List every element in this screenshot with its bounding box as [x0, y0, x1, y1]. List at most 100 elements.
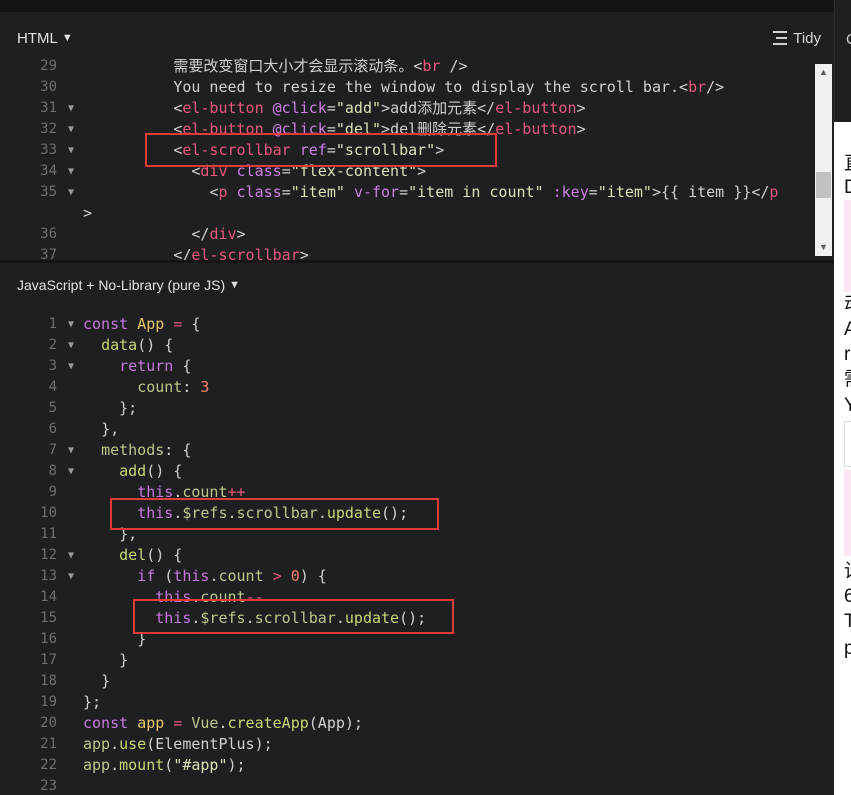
code-line[interactable]: 12 ▼ del() {	[0, 545, 815, 566]
code-line[interactable]: 23	[0, 776, 815, 795]
line-number: 20	[40, 715, 57, 731]
line-number: 21	[40, 736, 57, 752]
line-number: 2	[48, 337, 57, 353]
code-line[interactable]: 30 You need to resize the window to disp…	[0, 77, 815, 98]
code-text: }	[119, 651, 129, 669]
code-text: count: 3	[137, 378, 210, 396]
fold-arrow-icon[interactable]: ▼	[68, 140, 74, 161]
editor-area: HTML ▼ Tidy 29 需要改变窗口大小才会显示滚动条。<br /> 30 …	[0, 0, 834, 795]
js-language-selector[interactable]: JavaScript + No-Library (pure JS) ▼	[0, 277, 240, 293]
line-number: 22	[40, 757, 57, 773]
html-language-label: HTML	[17, 29, 58, 47]
result-text: 设	[844, 560, 851, 584]
code-text: <p class="item" v-for="item in count" :k…	[209, 183, 779, 201]
code-line[interactable]: 21 app.use(ElementPlus);	[0, 734, 815, 755]
code-text: if (this.count > 0) {	[137, 567, 327, 585]
code-text: >	[83, 204, 93, 222]
result-header-char: C	[846, 31, 851, 48]
code-line[interactable]: 3 ▼ return {	[0, 356, 815, 377]
line-number: 10	[40, 505, 57, 521]
line-number: 12	[40, 547, 57, 563]
html-panel-header: HTML ▼ Tidy	[0, 16, 834, 60]
add-button-preview[interactable]	[844, 421, 851, 467]
html-editor-scrollbar[interactable]: ▲ ▼	[815, 64, 832, 256]
code-line[interactable]: 20 const app = Vue.createApp(App);	[0, 713, 815, 734]
scroll-down-arrow-icon[interactable]: ▼	[815, 239, 832, 256]
code-line[interactable]: 2 ▼ data() {	[0, 335, 815, 356]
code-text: const app = Vue.createApp(App);	[83, 714, 363, 732]
code-line[interactable]: 35 ▼ <p class="item" v-for="item in count…	[0, 182, 815, 203]
scroll-demo-box	[844, 200, 851, 292]
line-number: 15	[40, 610, 57, 626]
line-number: 5	[48, 400, 57, 416]
line-number: 3	[48, 358, 57, 374]
fold-arrow-icon[interactable]: ▼	[68, 335, 74, 356]
js-language-label: JavaScript + No-Library (pure JS)	[17, 277, 226, 293]
fold-arrow-icon[interactable]: ▼	[68, 161, 74, 182]
fold-arrow-icon[interactable]: ▼	[68, 440, 74, 461]
fold-arrow-icon[interactable]: ▼	[68, 314, 74, 335]
line-number: 32	[40, 121, 57, 137]
result-panel: C 直 D 动 A r 需 Y 设 6 T p	[834, 0, 851, 795]
code-text: </el-scrollbar>	[173, 246, 309, 260]
tidy-lines-icon	[773, 31, 788, 45]
fold-arrow-icon[interactable]: ▼	[68, 98, 74, 119]
code-line[interactable]: 6 },	[0, 419, 815, 440]
fold-arrow-icon[interactable]: ▼	[68, 182, 74, 203]
line-number: 31	[40, 100, 57, 116]
fold-arrow-icon[interactable]: ▼	[68, 461, 74, 482]
code-text: 需要改变窗口大小才会显示滚动条。<br />	[173, 57, 468, 75]
code-line[interactable]: >	[0, 203, 815, 224]
fold-arrow-icon[interactable]: ▼	[68, 119, 74, 140]
line-number: 34	[40, 163, 57, 179]
html-language-selector[interactable]: HTML ▼	[0, 30, 73, 47]
code-line[interactable]: 4 count: 3	[0, 377, 815, 398]
line-number: 35	[40, 184, 57, 200]
line-number: 18	[40, 673, 57, 689]
code-text: <el-button @click="add">add添加元素</el-butt…	[173, 99, 586, 117]
result-text: A	[844, 319, 851, 340]
line-number: 17	[40, 652, 57, 668]
code-line[interactable]: 29 需要改变窗口大小才会显示滚动条。<br />	[0, 56, 815, 77]
code-line[interactable]: 13 ▼ if (this.count > 0) {	[0, 566, 815, 587]
result-text: Y	[844, 395, 851, 416]
highlight-box-add-update	[110, 498, 439, 530]
fold-arrow-icon[interactable]: ▼	[68, 566, 74, 587]
code-line[interactable]: 31 ▼ <el-button @click="add">add添加元素</el-…	[0, 98, 815, 119]
line-number: 1	[48, 316, 57, 332]
code-line[interactable]: 22 app.mount("#app");	[0, 755, 815, 776]
line-number: 16	[40, 631, 57, 647]
scrollbar-thumb[interactable]	[816, 172, 831, 198]
code-line[interactable]: 19};	[0, 692, 815, 713]
fold-arrow-icon[interactable]: ▼	[68, 545, 74, 566]
line-number: 13	[40, 568, 57, 584]
highlight-box-del-update	[133, 599, 454, 634]
code-line[interactable]: 5 };	[0, 398, 815, 419]
result-text: r	[844, 344, 851, 365]
code-text: },	[101, 420, 120, 438]
js-panel-header: JavaScript + No-Library (pure JS) ▼	[0, 263, 834, 307]
code-line[interactable]: 1 ▼ const App = {	[0, 314, 815, 335]
top-strip	[0, 0, 834, 12]
tidy-button[interactable]: Tidy	[773, 30, 821, 47]
line-number: 8	[48, 463, 57, 479]
js-code-editor[interactable]: 1 ▼ const App = {2 ▼ data() {3 ▼ return {4 c…	[0, 314, 834, 795]
code-line[interactable]: 7 ▼ methods: {	[0, 440, 815, 461]
result-text: p	[844, 638, 851, 659]
code-line[interactable]: 36 </div>	[0, 224, 815, 245]
code-text: methods: {	[101, 441, 192, 459]
result-text: D	[844, 177, 851, 198]
result-text: 动	[844, 293, 851, 317]
code-line[interactable]: 18 }	[0, 671, 815, 692]
code-line[interactable]: 8 ▼ add() {	[0, 461, 815, 482]
scroll-up-arrow-icon[interactable]: ▲	[815, 64, 832, 81]
code-line[interactable]: 17 }	[0, 650, 815, 671]
line-number: 14	[40, 589, 57, 605]
code-line[interactable]: 37 </el-scrollbar>	[0, 245, 815, 260]
line-number: 23	[40, 778, 57, 794]
line-number: 4	[48, 379, 57, 395]
code-text: return {	[119, 357, 192, 375]
code-text: const App = {	[83, 315, 201, 333]
fold-arrow-icon[interactable]: ▼	[68, 356, 74, 377]
code-text: </div>	[191, 225, 246, 243]
